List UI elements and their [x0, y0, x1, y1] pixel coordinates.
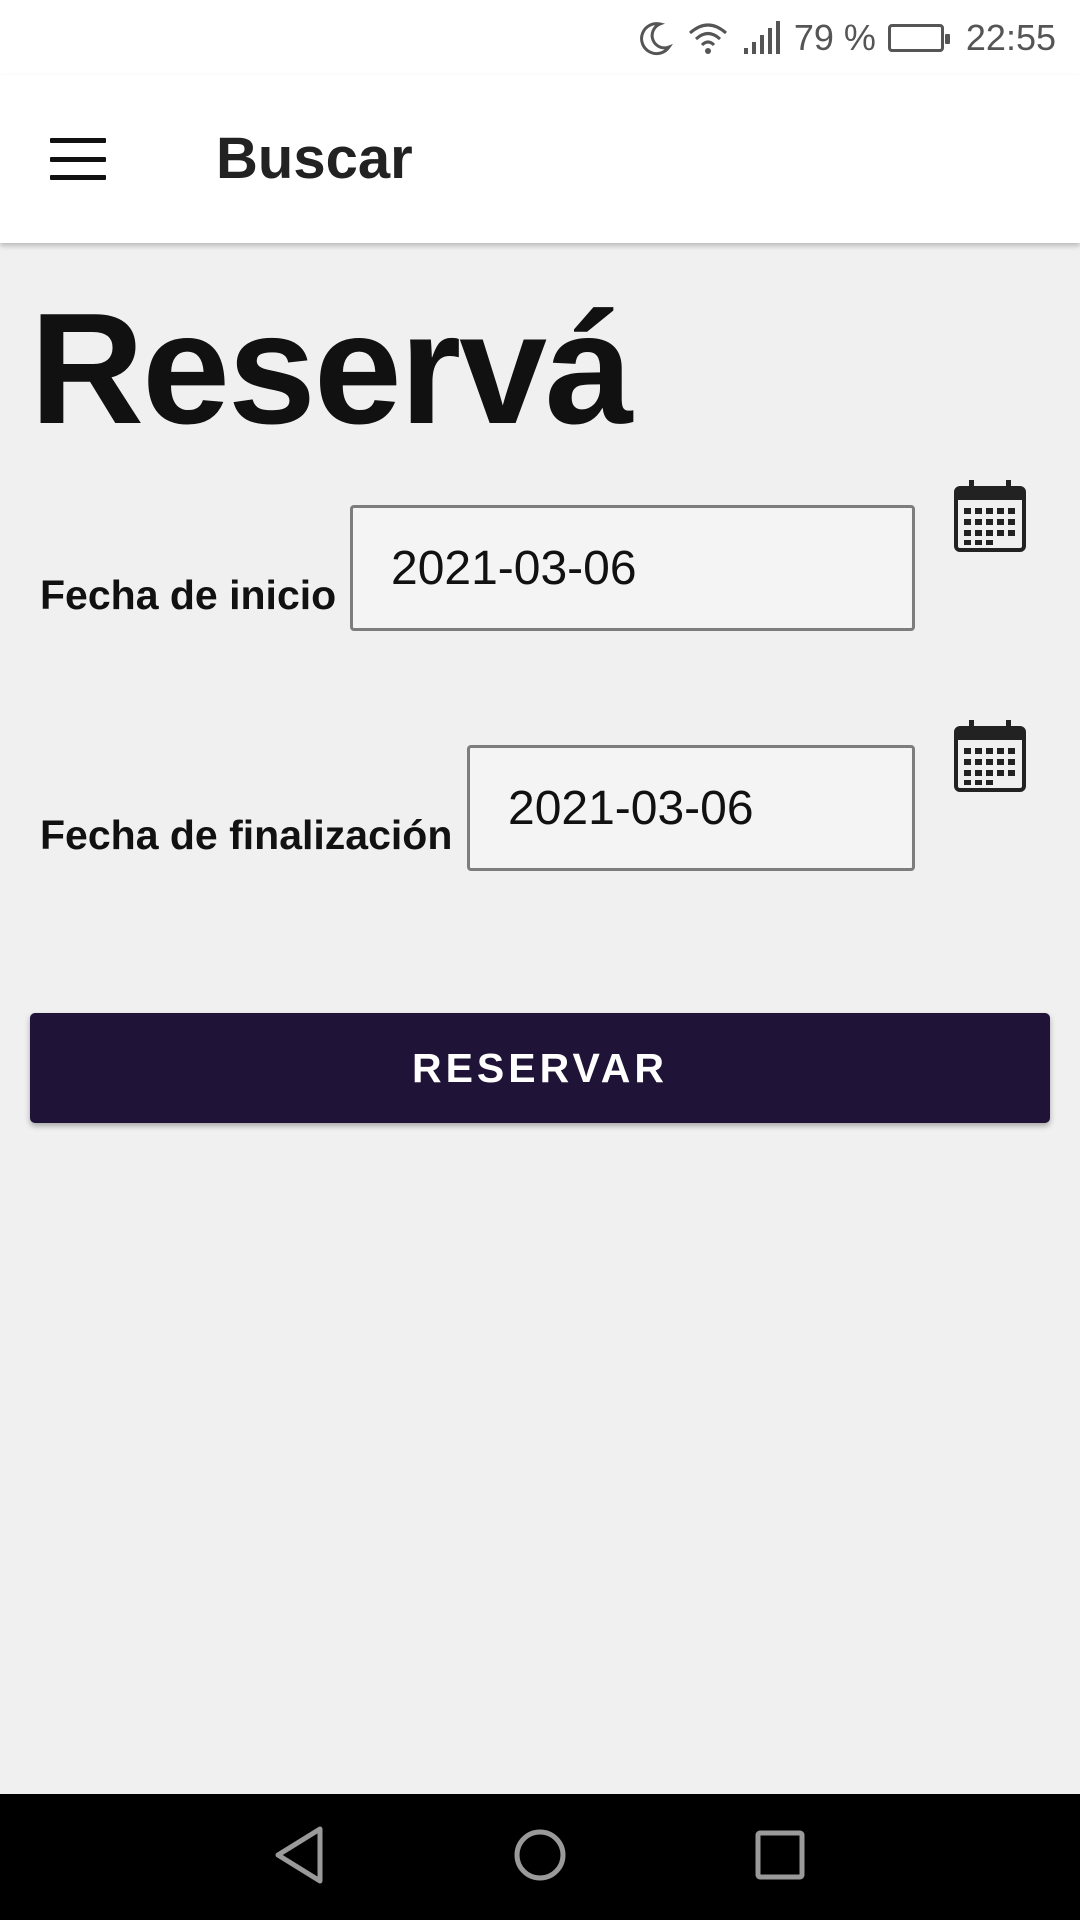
wifi-icon: [686, 19, 730, 57]
clock: 22:55: [965, 16, 1056, 58]
end-date-input[interactable]: [467, 745, 915, 871]
start-date-input[interactable]: [350, 505, 915, 631]
moon-icon: [636, 19, 674, 57]
hamburger-menu-icon[interactable]: [50, 138, 106, 180]
start-date-calendar-icon[interactable]: [952, 478, 1028, 554]
recents-icon[interactable]: [752, 1824, 808, 1886]
end-date-label: Fecha de finalización: [40, 812, 453, 858]
app-bar: Buscar: [0, 75, 1080, 243]
home-icon[interactable]: [512, 1824, 568, 1886]
app-title: Buscar: [216, 126, 413, 191]
reserve-button[interactable]: RESERVAR: [30, 1013, 1050, 1123]
battery-percent: 79 %: [793, 16, 876, 58]
signal-icon: [742, 20, 782, 56]
start-date-label: Fecha de inicio: [40, 572, 337, 618]
status-bar: 79 % 22:55: [0, 0, 1080, 75]
back-icon[interactable]: [270, 1824, 328, 1886]
battery-icon: [887, 23, 950, 52]
end-date-calendar-icon[interactable]: [952, 718, 1028, 794]
system-nav-bar: [0, 1794, 1080, 1920]
page-title: Reservá: [30, 281, 633, 457]
